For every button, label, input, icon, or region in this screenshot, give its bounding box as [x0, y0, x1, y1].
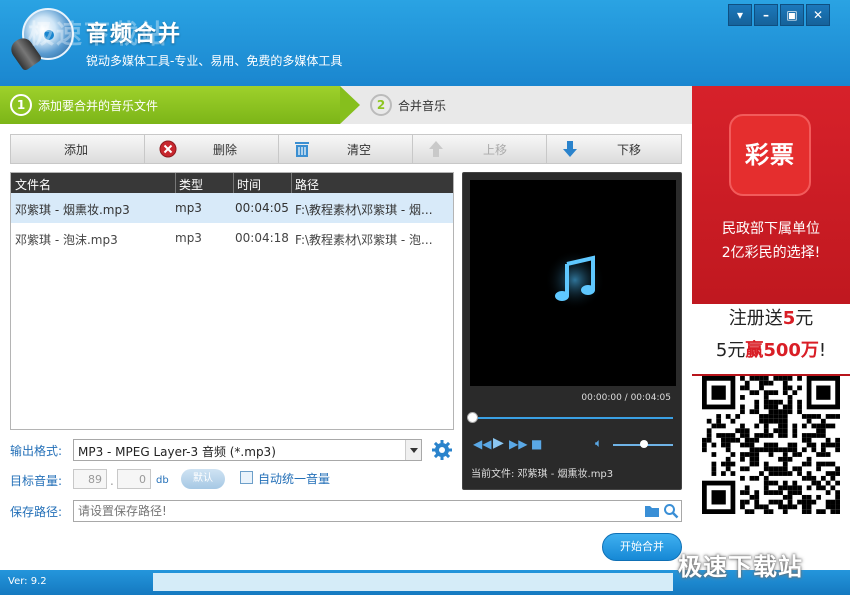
- auto-normalize-label: 自动统一音量: [258, 472, 331, 486]
- auto-normalize-checkbox[interactable]: [240, 471, 253, 484]
- player-screen: [470, 180, 676, 386]
- row-name: 邓紫琪 - 泡沫.mp3: [15, 233, 118, 247]
- delete-button[interactable]: 删除: [145, 135, 279, 163]
- step-add-files[interactable]: 1 添加要合并的音乐文件: [0, 86, 340, 124]
- step-arrow: [340, 86, 360, 124]
- app-slogan: 锐动多媒体工具-专业、易用、免费的多媒体工具: [86, 54, 343, 68]
- arrow-up-icon: [429, 141, 443, 157]
- menu-dropdown-icon[interactable]: ▾: [728, 4, 752, 26]
- minimize-button[interactable]: –: [754, 4, 778, 26]
- row-time: 00:04:05: [235, 201, 289, 215]
- chevron-down-icon[interactable]: [405, 440, 421, 460]
- media-player: 00:00:00 / 00:04:05 ◀◀ ▶ ▶▶ ■ 🔈︎ 当前文件: 邓…: [462, 172, 682, 490]
- clear-label: 清空: [347, 143, 372, 157]
- column-type[interactable]: 类型: [179, 176, 203, 193]
- music-note-icon: [545, 250, 605, 310]
- ad-promo-2c: !: [818, 340, 827, 361]
- move-down-label: 下移: [617, 143, 642, 157]
- save-path-input[interactable]: [78, 502, 638, 520]
- watermark-bottom: 极速下载站: [678, 553, 803, 581]
- delete-label: 删除: [213, 143, 238, 157]
- next-icon[interactable]: ▶▶: [509, 437, 527, 451]
- ad-panel[interactable]: 彩票 民政部下属单位 2亿彩民的选择! 注册送5元 5元赢500万!: [692, 86, 850, 570]
- add-button[interactable]: 添加: [11, 135, 145, 163]
- file-list[interactable]: 文件名 类型 时间 路径 邓紫琪 - 烟熏妆.mp3 mp3 00:04:05 …: [10, 172, 454, 430]
- volume-label: 目标音量:: [10, 474, 63, 488]
- search-icon[interactable]: [663, 503, 679, 519]
- ad-promo-1c: 元: [795, 308, 814, 329]
- wizard-steps: 1 添加要合并的音乐文件 2 合并音乐: [0, 86, 692, 124]
- table-row[interactable]: 邓紫琪 - 泡沫.mp3 mp3 00:04:18 F:\教程素材\邓紫琪 - …: [11, 223, 453, 253]
- format-select[interactable]: MP3 - MPEG Layer-3 音频 (*.mp3): [73, 439, 422, 461]
- qr-code: [702, 376, 840, 514]
- column-path[interactable]: 路径: [295, 176, 319, 193]
- column-time[interactable]: 时间: [237, 176, 261, 193]
- previous-icon[interactable]: ◀◀: [473, 437, 491, 451]
- default-volume-button[interactable]: 默认: [181, 469, 225, 489]
- step-1-label: 添加要合并的音乐文件: [38, 99, 159, 113]
- close-button[interactable]: ✕: [806, 4, 830, 26]
- format-label: 输出格式:: [10, 444, 63, 458]
- gear-icon[interactable]: [431, 439, 453, 461]
- ad-promo-1a: 注册送: [728, 308, 783, 329]
- add-label: 添加: [64, 143, 89, 157]
- ad-promo: 注册送5元 5元赢500万!: [692, 304, 850, 374]
- ad-line-2: 2亿彩民的选择!: [721, 245, 821, 261]
- row-name: 邓紫琪 - 烟熏妆.mp3: [15, 203, 130, 217]
- player-time: 00:00:00 / 00:04:05: [581, 393, 671, 403]
- move-up-label: 上移: [483, 143, 508, 157]
- title-bar: 音频合并 极速下载站 锐动多媒体工具-专业、易用、免费的多媒体工具 ▾ – ▣ …: [0, 0, 850, 86]
- step-2-number: 2: [370, 94, 392, 116]
- arrow-down-icon: [563, 141, 577, 157]
- clear-button[interactable]: 清空: [279, 135, 413, 163]
- move-up-button[interactable]: 上移: [413, 135, 547, 163]
- maximize-button[interactable]: ▣: [780, 4, 804, 26]
- stop-icon[interactable]: ■: [531, 437, 542, 451]
- save-path-label: 保存路径:: [10, 505, 63, 519]
- format-value: MP3 - MPEG Layer-3 音频 (*.mp3): [78, 445, 276, 459]
- lottery-logo: 彩票: [729, 114, 811, 196]
- start-merge-button[interactable]: 开始合并: [602, 533, 682, 561]
- progress-bar: [153, 573, 673, 591]
- row-path: F:\教程素材\邓紫琪 - 泡...: [295, 233, 433, 247]
- ad-promo-2b: 赢500万: [745, 340, 819, 361]
- row-type: mp3: [175, 231, 202, 245]
- step-2-label: 合并音乐: [398, 99, 447, 113]
- file-list-header: 文件名 类型 时间 路径: [11, 173, 453, 193]
- delete-icon: [159, 140, 177, 158]
- volume-decimal-input[interactable]: 0: [117, 469, 151, 489]
- volume-decimal-sep: .: [110, 474, 114, 488]
- current-file-label: 当前文件: 邓紫琪 - 烟熏妆.mp3: [471, 469, 614, 480]
- ad-promo-2a: 5元: [715, 340, 746, 361]
- step-merge[interactable]: 2 合并音乐: [366, 86, 566, 124]
- watermark-top: 极速下载站: [28, 20, 169, 50]
- version-label: Ver: 9.2: [8, 576, 47, 587]
- row-type: mp3: [175, 201, 202, 215]
- move-down-button[interactable]: 下移: [547, 135, 681, 163]
- volume-integer-input[interactable]: 89: [73, 469, 107, 489]
- folder-icon[interactable]: [644, 503, 660, 519]
- row-path: F:\教程素材\邓紫琪 - 烟...: [295, 203, 433, 217]
- volume-icon[interactable]: 🔈︎: [595, 436, 602, 451]
- step-1-number: 1: [10, 94, 32, 116]
- column-name[interactable]: 文件名: [15, 176, 51, 193]
- volume-unit: db: [156, 475, 169, 486]
- play-icon[interactable]: ▶: [493, 435, 504, 451]
- row-time: 00:04:18: [235, 231, 289, 245]
- ad-promo-1b: 5: [782, 308, 796, 329]
- seek-bar[interactable]: [473, 417, 673, 419]
- volume-handle[interactable]: [640, 440, 648, 448]
- ad-line-1: 民政部下属单位: [722, 221, 820, 237]
- save-path-field[interactable]: [73, 500, 682, 522]
- toolbar: 添加 删除 清空 上移 下移: [10, 134, 682, 164]
- trash-icon: [295, 142, 309, 157]
- table-row[interactable]: 邓紫琪 - 烟熏妆.mp3 mp3 00:04:05 F:\教程素材\邓紫琪 -…: [11, 193, 453, 223]
- seek-handle[interactable]: [467, 412, 478, 423]
